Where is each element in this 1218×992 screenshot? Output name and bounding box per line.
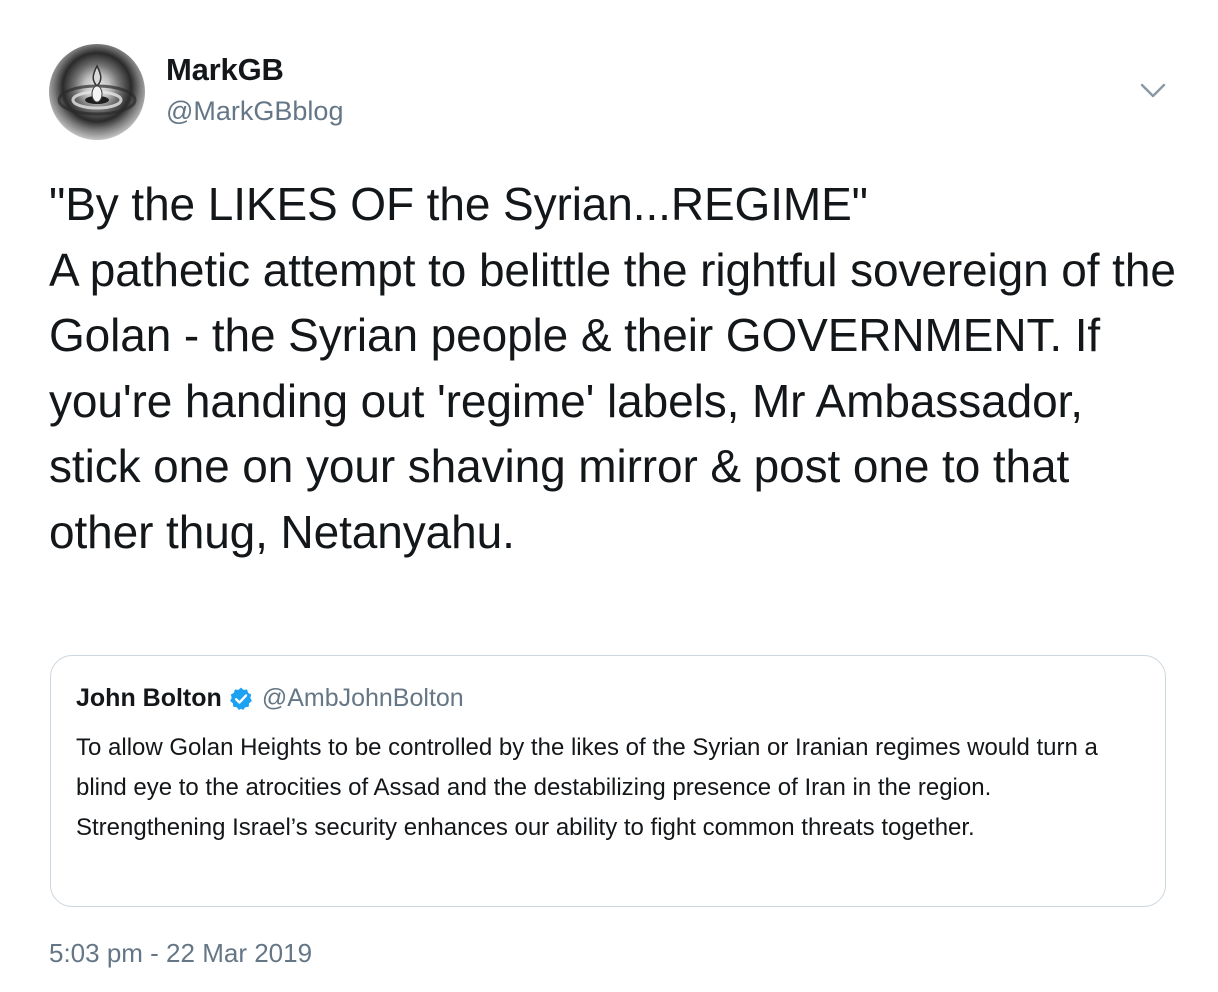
- tweet-card: MarkGB @MarkGBblog "By the LIKES OF the …: [0, 0, 1218, 992]
- quoted-author-name: John Bolton: [76, 684, 222, 712]
- quoted-tweet[interactable]: John Bolton @AmbJohnBolton To allow Gola…: [50, 655, 1166, 907]
- chevron-down-icon: [1140, 83, 1166, 98]
- author-handle[interactable]: @MarkGBblog: [166, 96, 343, 127]
- quoted-author-handle: @AmbJohnBolton: [261, 684, 464, 712]
- author-display-name[interactable]: MarkGB: [166, 52, 284, 88]
- water-drop-icon: [57, 64, 137, 116]
- tweet-timestamp[interactable]: 5:03 pm - 22 Mar 2019: [49, 938, 312, 969]
- quoted-tweet-header: John Bolton @AmbJohnBolton: [76, 684, 464, 713]
- verified-badge-icon: [228, 686, 254, 712]
- author-avatar[interactable]: [49, 44, 145, 140]
- tweet-menu-button[interactable]: [1138, 80, 1168, 102]
- tweet-text: "By the LIKES OF the Syrian...REGIME" A …: [49, 178, 1176, 558]
- quoted-tweet-text: To allow Golan Heights to be controlled …: [76, 734, 1098, 841]
